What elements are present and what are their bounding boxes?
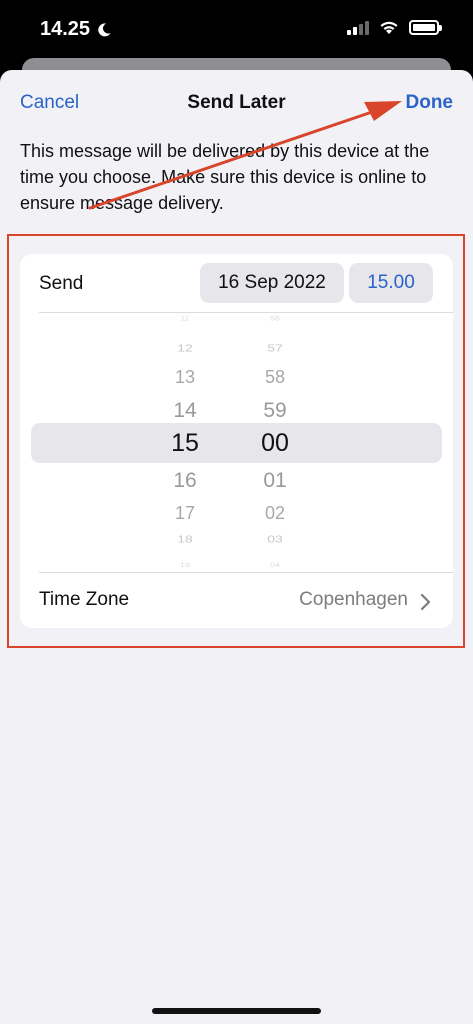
battery-icon: [409, 20, 442, 35]
status-icons: [347, 20, 442, 35]
status-time: 14.25: [40, 18, 112, 41]
minute-option[interactable]: 58: [245, 368, 305, 386]
hour-option[interactable]: 19: [155, 562, 215, 568]
hour-option[interactable]: 12: [155, 343, 215, 353]
minute-option[interactable]: 01: [245, 470, 305, 491]
minute-option[interactable]: 03: [245, 534, 305, 544]
minute-option[interactable]: 57: [245, 343, 305, 353]
hour-option[interactable]: 14: [155, 400, 215, 421]
date-picker-button[interactable]: 16 Sep 2022: [200, 263, 344, 303]
hour-option[interactable]: 17: [155, 504, 215, 522]
minute-option[interactable]: 02: [245, 504, 305, 522]
minute-option[interactable]: 59: [245, 400, 305, 421]
divider: [39, 572, 453, 573]
timezone-value: Copenhagen: [299, 589, 408, 610]
cellular-signal-icon: [347, 20, 369, 35]
timezone-row[interactable]: Time Zone Copenhagen: [20, 574, 453, 628]
send-later-sheet: Send Later Cancel Done This message will…: [0, 70, 473, 1024]
chevron-right-icon: [420, 593, 431, 611]
hour-option[interactable]: 18: [155, 534, 215, 544]
schedule-card: Send 16 Sep 2022 15.00 11 12 13 14 15 16 17 18 1…: [20, 254, 453, 628]
minute-option[interactable]: 04: [245, 562, 305, 568]
moon-icon: [98, 22, 111, 36]
status-bar: 14.25: [0, 0, 473, 64]
hour-option[interactable]: 13: [155, 368, 215, 386]
hour-option[interactable]: 11: [155, 315, 215, 321]
picker-selection-band: [31, 423, 442, 463]
send-label: Send: [39, 273, 84, 294]
minute-option[interactable]: 56: [245, 315, 305, 321]
hour-option[interactable]: 15: [155, 430, 215, 456]
timezone-label: Time Zone: [39, 589, 130, 610]
home-indicator: [152, 1008, 321, 1014]
time-picker-button[interactable]: 15.00: [349, 263, 433, 303]
status-time-text: 14.25: [40, 18, 91, 40]
minute-option[interactable]: 00: [245, 430, 305, 456]
minute-wheel[interactable]: 56 57 58 59 00 01 02 03 04: [245, 314, 305, 572]
hour-wheel[interactable]: 11 12 13 14 15 16 17 18 19: [155, 314, 215, 572]
delivery-description: This message will be delivered by this d…: [20, 141, 430, 213]
cancel-button[interactable]: Cancel: [20, 92, 79, 114]
wifi-icon: [380, 21, 398, 34]
nav-bar: Send Later Cancel Done: [0, 90, 473, 120]
hour-option[interactable]: 16: [155, 470, 215, 491]
done-button[interactable]: Done: [406, 92, 454, 114]
time-wheel-picker[interactable]: 11 12 13 14 15 16 17 18 19 56 57 58 59 00 01 02 03 04: [20, 314, 453, 572]
send-row: Send 16 Sep 2022 15.00: [20, 254, 453, 312]
divider: [39, 312, 453, 313]
